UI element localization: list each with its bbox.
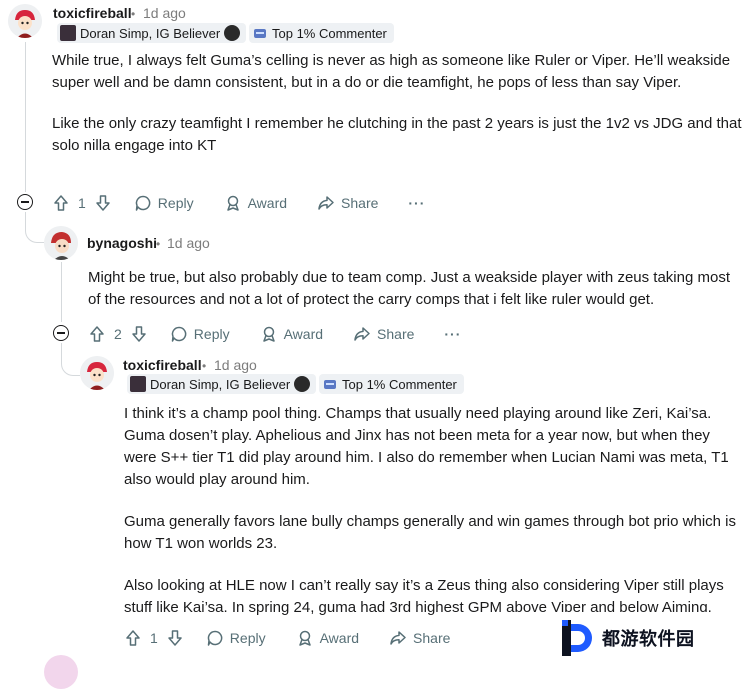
vote-count: 1 xyxy=(78,195,86,211)
comment-paragraph: Might be true, but also probably due to … xyxy=(88,269,730,308)
comment-timestamp[interactable]: 1d ago xyxy=(214,357,257,373)
comment-paragraph: Guma generally favors lane bully champs … xyxy=(124,513,736,552)
vote-group: 1 xyxy=(124,629,184,647)
downvote-icon[interactable] xyxy=(94,194,112,212)
more-options-icon: ··· xyxy=(408,195,426,211)
share-label: Share xyxy=(413,630,451,646)
flair-image-icon xyxy=(130,376,146,392)
reply-label: Reply xyxy=(193,326,230,342)
collapse-thread-button[interactable] xyxy=(53,325,69,341)
avatar[interactable] xyxy=(80,356,114,390)
avatar-icon xyxy=(80,356,114,390)
reply-button[interactable]: Reply xyxy=(206,629,266,647)
team-logo-icon xyxy=(224,25,241,41)
reply-label: Reply xyxy=(229,630,266,646)
award-label: Award xyxy=(247,195,288,211)
separator-dot: • xyxy=(156,237,161,251)
thread-curve-reply1 xyxy=(25,212,44,243)
upvote-icon[interactable] xyxy=(52,194,70,212)
award-icon xyxy=(298,630,311,646)
downvote-icon[interactable] xyxy=(130,325,148,343)
separator-dot: • xyxy=(202,359,207,373)
watermark-logo-icon xyxy=(562,619,592,656)
comment-author[interactable]: toxicfireball xyxy=(123,357,202,373)
user-flair: Doran Simp, IG Believer xyxy=(57,23,247,43)
avatar-icon xyxy=(8,4,42,38)
avatar[interactable] xyxy=(44,226,78,260)
comment-author[interactable]: bynagoshi xyxy=(87,235,157,251)
reply-button[interactable]: Reply xyxy=(134,194,194,212)
award-icon xyxy=(226,195,239,211)
award-button[interactable]: Award xyxy=(260,325,323,343)
comment-body: I think it’s a champ pool thing. Champs … xyxy=(124,403,742,619)
watermark-text: 都游软件园 xyxy=(602,628,695,649)
comment-body: While true, I always felt Guma’s celling… xyxy=(52,50,742,157)
next-comment-avatar xyxy=(44,655,78,689)
comment-actions: 1 Reply Award Share ··· xyxy=(52,191,425,215)
comment-paragraph: While true, I always felt Guma’s celling… xyxy=(52,52,731,91)
share-button[interactable]: Share xyxy=(389,629,450,647)
award-label: Award xyxy=(283,326,324,342)
reply-icon xyxy=(207,630,223,646)
flair-image-icon xyxy=(60,25,76,41)
share-button[interactable]: Share xyxy=(317,194,378,212)
user-flair-text: Doran Simp, IG Believer xyxy=(150,376,291,392)
reply-icon xyxy=(171,326,187,342)
watermark: 都游软件园 xyxy=(560,612,750,663)
user-flair-text: Doran Simp, IG Believer xyxy=(80,25,221,41)
avatar-icon xyxy=(44,226,78,260)
reply-button[interactable]: Reply xyxy=(170,325,230,343)
vote-group: 2 xyxy=(88,325,148,343)
vote-group: 1 xyxy=(52,194,112,212)
award-label: Award xyxy=(319,630,360,646)
user-flair: Doran Simp, IG Believer xyxy=(127,374,317,394)
thread-curve-reply2 xyxy=(61,343,80,376)
commenter-badge: Top 1% Commenter xyxy=(249,23,394,43)
share-label: Share xyxy=(377,326,415,342)
separator-dot: • xyxy=(131,7,136,21)
vote-count: 2 xyxy=(114,326,122,342)
reply-icon xyxy=(135,195,151,211)
more-options-button[interactable]: ··· xyxy=(408,195,425,211)
commenter-badge-text: Top 1% Commenter xyxy=(342,376,457,392)
share-icon xyxy=(390,631,406,645)
badge-icon xyxy=(254,29,266,38)
share-label: Share xyxy=(341,195,379,211)
award-icon xyxy=(262,326,275,342)
collapse-thread-button[interactable] xyxy=(17,194,33,210)
comment-timestamp[interactable]: 1d ago xyxy=(167,235,210,251)
comment-body: Might be true, but also probably due to … xyxy=(88,267,738,311)
more-options-button[interactable]: ··· xyxy=(444,326,461,342)
upvote-icon[interactable] xyxy=(88,325,106,343)
comment-paragraph: Like the only crazy teamfight I remember… xyxy=(52,115,742,154)
comment-paragraph: I think it’s a champ pool thing. Champs … xyxy=(124,405,729,488)
comment-timestamp[interactable]: 1d ago xyxy=(143,5,186,21)
vote-count: 1 xyxy=(150,630,158,646)
comment-author[interactable]: toxicfireball xyxy=(53,5,132,21)
commenter-badge: Top 1% Commenter xyxy=(319,374,464,394)
downvote-icon[interactable] xyxy=(166,629,184,647)
share-icon xyxy=(318,196,334,210)
share-button[interactable]: Share xyxy=(353,325,414,343)
comment-actions: 2 Reply Award Share ··· xyxy=(88,322,461,346)
reply-label: Reply xyxy=(157,195,194,211)
award-button[interactable]: Award xyxy=(296,629,359,647)
thread-line-reply1 xyxy=(61,262,62,322)
comment-actions: 1 Reply Award Share xyxy=(124,626,450,650)
avatar[interactable] xyxy=(8,4,42,38)
team-logo-icon xyxy=(294,376,311,392)
share-icon xyxy=(354,327,370,341)
commenter-badge-text: Top 1% Commenter xyxy=(272,25,387,41)
upvote-icon[interactable] xyxy=(124,629,142,647)
more-options-icon: ··· xyxy=(444,326,462,342)
badge-icon xyxy=(324,380,336,389)
thread-line-root xyxy=(25,42,26,192)
award-button[interactable]: Award xyxy=(224,194,287,212)
